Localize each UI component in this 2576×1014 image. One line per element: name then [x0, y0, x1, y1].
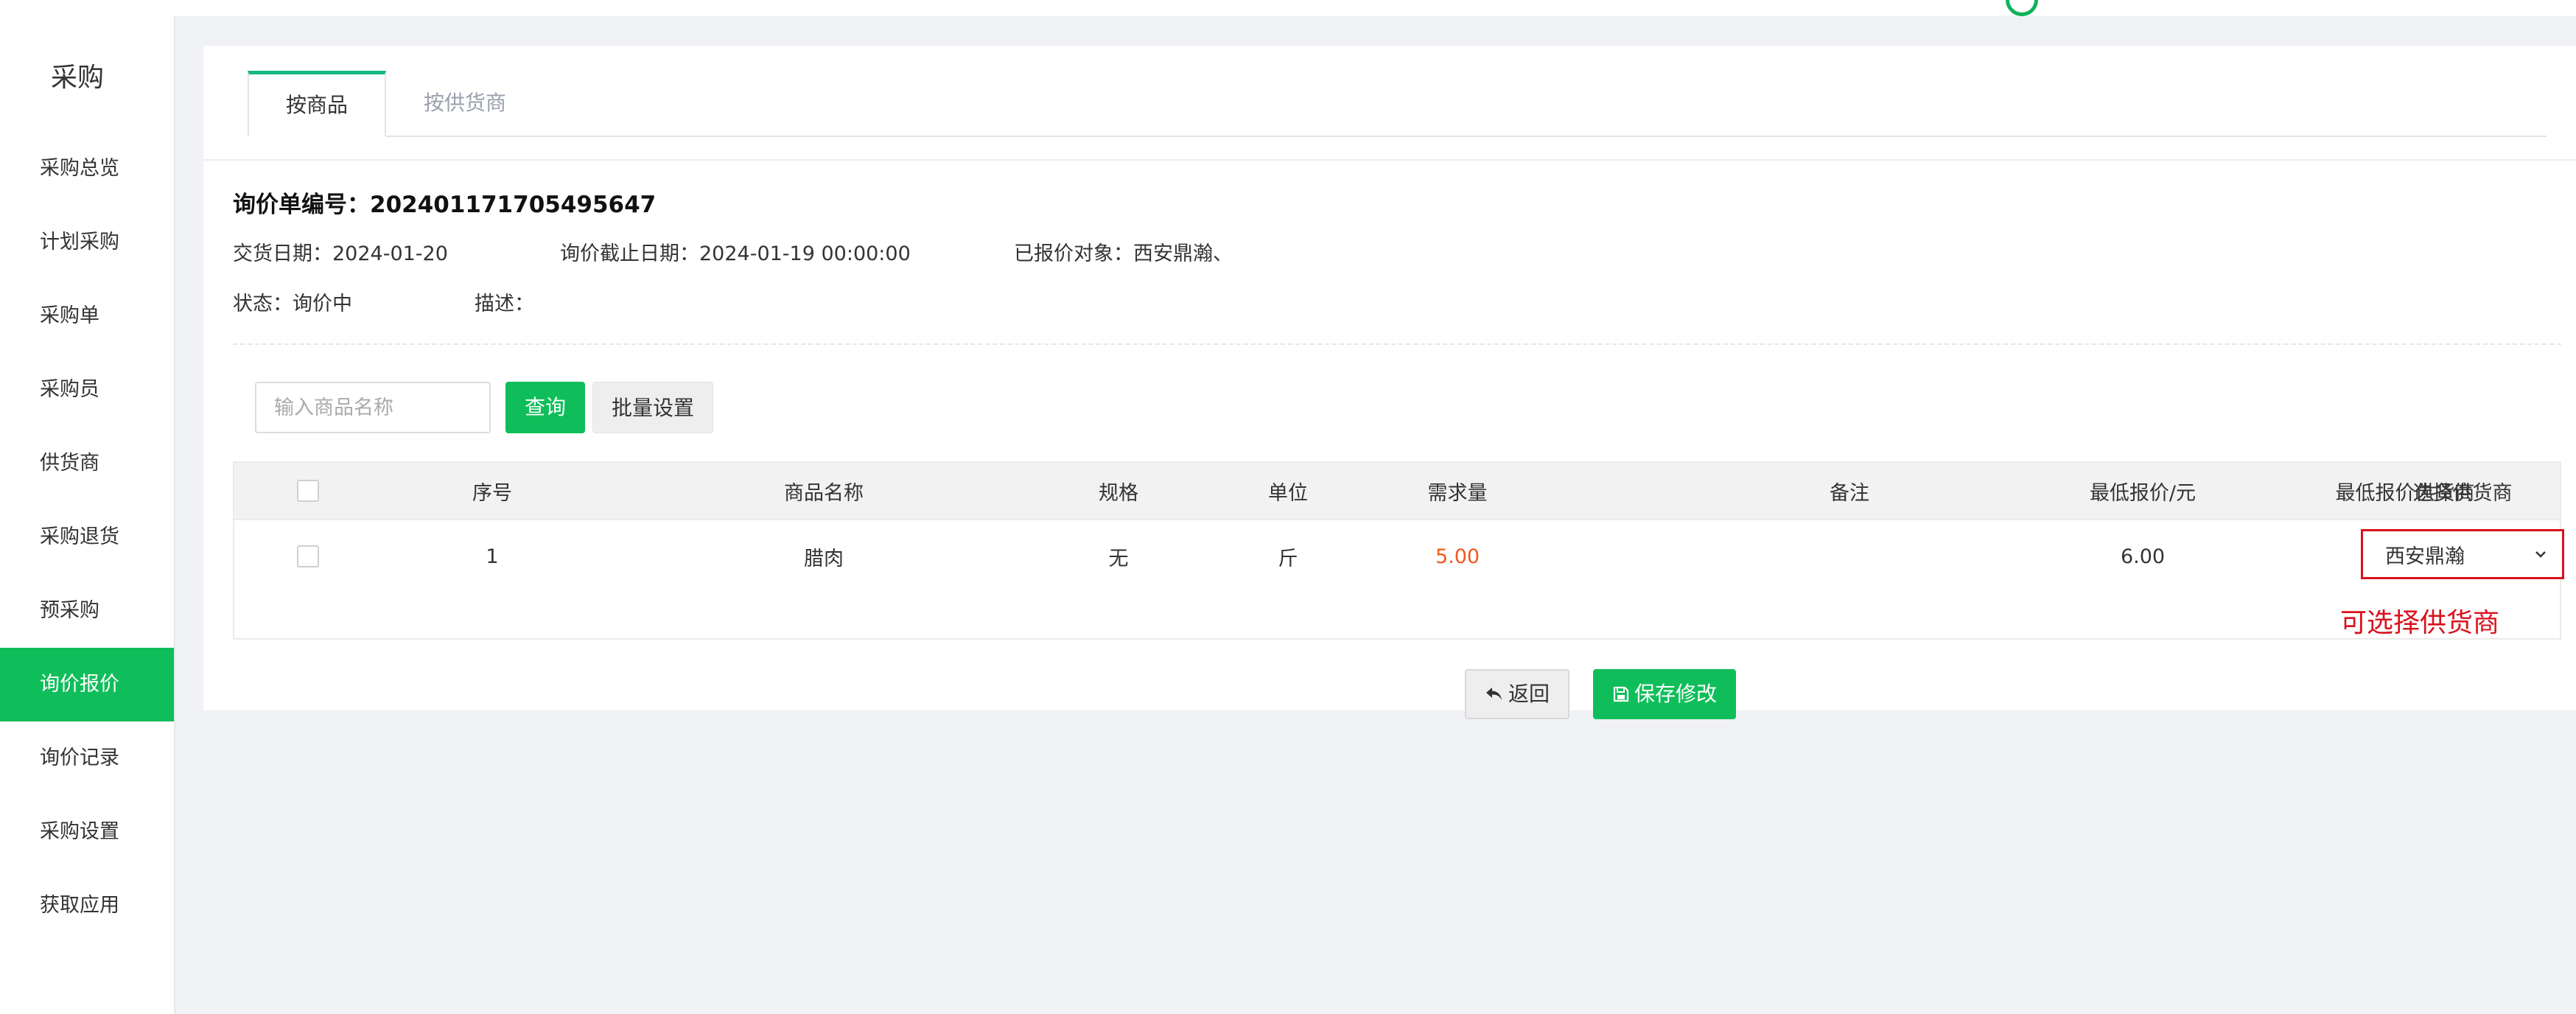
lowest-price: 6.00 [2120, 545, 2166, 568]
table-row: 1 腊肉 无 斤 5.00 6.00 西安鼎瀚 西安鼎瀚 [234, 519, 2564, 592]
deadline: 询价截止日期：2024-01-19 00:00:00 [560, 242, 911, 265]
top-bar [0, 0, 2576, 16]
divider [203, 159, 2576, 161]
save-button[interactable]: 保存修改 [1593, 669, 1736, 719]
sidebar-item-inquiry-records[interactable]: 询价记录 [0, 721, 174, 795]
product-search-input[interactable] [255, 382, 491, 433]
column-header: 需求量 [1427, 481, 1488, 505]
undo-icon [1485, 688, 1502, 700]
product-name: 腊肉 [804, 547, 844, 570]
query-button[interactable]: 查询 [505, 382, 585, 433]
row-index: 1 [486, 545, 499, 568]
tab-bar: 按商品 按供货商 [248, 71, 2547, 137]
column-header: 备注 [1830, 481, 1869, 505]
tab-by-product[interactable]: 按商品 [248, 71, 386, 137]
row-note [1776, 520, 1923, 592]
delivery-date: 交货日期：2024-01-20 [233, 242, 448, 265]
demand-quantity: 5.00 [1435, 545, 1480, 568]
user-avatar-icon[interactable] [2006, 0, 2038, 16]
tab-by-supplier[interactable]: 按供货商 [386, 71, 544, 137]
description: 描述： [475, 293, 534, 315]
table-header: 序号 商品名称 规格 单位 需求量 备注 最低报价/元 最低报价供货商 选择供货… [234, 463, 2560, 519]
sidebar-item-inquiry[interactable]: 询价报价 [0, 648, 174, 721]
batch-settings-button[interactable]: 批量设置 [592, 382, 713, 433]
back-button[interactable]: 返回 [1465, 669, 1569, 719]
save-icon [1613, 686, 1629, 702]
column-header: 商品名称 [784, 481, 864, 505]
sidebar-item-returns[interactable]: 采购退货 [0, 500, 174, 574]
chevron-down-icon [2535, 551, 2546, 558]
sidebar-item-get-apps[interactable]: 获取应用 [0, 869, 174, 943]
status: 状态：询价中 [233, 293, 352, 315]
sidebar-item-pre-purchase[interactable]: 预采购 [0, 574, 174, 648]
sidebar-item-orders[interactable]: 采购单 [0, 279, 174, 353]
column-header: 规格 [1099, 481, 1138, 505]
supplier-select[interactable]: 西安鼎瀚 [2361, 529, 2564, 579]
column-header: 单位 [1268, 481, 1308, 505]
quoted-suppliers: 已报价对象：西安鼎瀚、 [1014, 242, 1233, 265]
supplier-hint: 可选择供货商 [2340, 608, 2500, 638]
column-header: 最低报价/元 [2089, 481, 2197, 505]
row-checkbox[interactable] [293, 520, 323, 592]
product-spec: 无 [1108, 547, 1129, 570]
sidebar-item-settings[interactable]: 采购设置 [0, 795, 174, 869]
divider [233, 343, 2561, 345]
product-unit: 斤 [1278, 547, 1298, 570]
sidebar-item-overview[interactable]: 采购总览 [0, 132, 174, 206]
main-panel: 按商品 按供货商 询价单编号：202401171705495647 交货日期：2… [203, 46, 2576, 719]
product-table: 序号 商品名称 规格 单位 需求量 备注 最低报价/元 最低报价供货商 选择供货… [233, 461, 2564, 640]
sidebar-item-buyers[interactable]: 采购员 [0, 353, 174, 427]
supplier-select-value: 西安鼎瀚 [2385, 545, 2465, 568]
column-header: 选择供货商 [2412, 481, 2513, 505]
order-number: 询价单编号：202401171705495647 [233, 192, 657, 218]
sidebar-item-suppliers[interactable]: 供货商 [0, 427, 174, 500]
sidebar: 采购 采购总览 计划采购 采购单 采购员 供货商 采购退货 预采购 询价报价 询… [0, 16, 175, 1014]
column-header: 序号 [472, 481, 512, 505]
sidebar-title: 采购 [50, 63, 104, 93]
select-all-checkbox[interactable] [293, 463, 323, 519]
sidebar-item-plan[interactable]: 计划采购 [0, 206, 174, 279]
